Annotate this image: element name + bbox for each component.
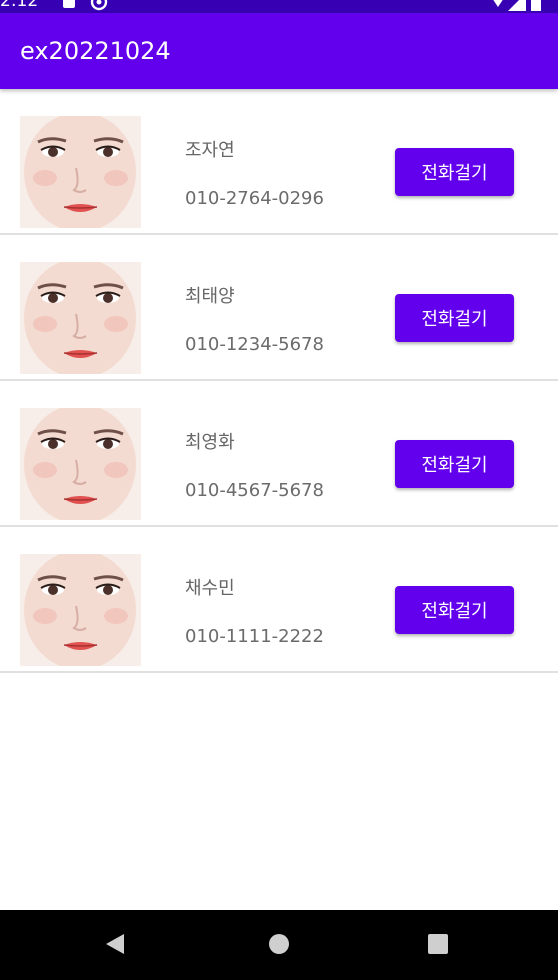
avatar bbox=[20, 116, 141, 228]
contact-phone: 010-1111-2222 bbox=[185, 626, 324, 647]
contact-name: 최태양 bbox=[185, 286, 235, 307]
contact-phone: 010-2764-0296 bbox=[185, 188, 324, 209]
signal-icon bbox=[508, 0, 526, 11]
contact-name: 조자연 bbox=[185, 140, 235, 161]
wifi-icon bbox=[493, 0, 503, 7]
contact-phone: 010-1234-5678 bbox=[185, 334, 324, 355]
list-item: 채수민 010-1111-2222 전화걸기 bbox=[0, 527, 558, 673]
call-button[interactable]: 전화걸기 bbox=[395, 148, 514, 196]
notification-icon bbox=[63, 0, 75, 8]
list-item: 최영화 010-4567-5678 전화걸기 bbox=[0, 381, 558, 527]
avatar bbox=[20, 408, 141, 520]
call-button[interactable]: 전화걸기 bbox=[395, 440, 514, 488]
contact-phone: 010-4567-5678 bbox=[185, 480, 324, 501]
contact-name: 채수민 bbox=[185, 578, 235, 599]
home-icon[interactable] bbox=[268, 933, 290, 955]
app-bar: ex20221024 bbox=[0, 13, 558, 89]
status-time: 2:12 bbox=[0, 0, 39, 11]
contact-list: 조자연 010-2764-0296 전화걸기 최태양 010-1234-5678… bbox=[0, 89, 558, 673]
avatar bbox=[20, 262, 141, 374]
battery-icon bbox=[531, 0, 541, 11]
at-sign-icon bbox=[90, 0, 108, 11]
navigation-bar bbox=[0, 910, 558, 980]
call-button[interactable]: 전화걸기 bbox=[395, 294, 514, 342]
call-button[interactable]: 전화걸기 bbox=[395, 586, 514, 634]
recents-icon[interactable] bbox=[427, 933, 449, 955]
contact-name: 최영화 bbox=[185, 432, 235, 453]
app-title: ex20221024 bbox=[20, 37, 171, 65]
list-item: 조자연 010-2764-0296 전화걸기 bbox=[0, 89, 558, 235]
list-item: 최태양 010-1234-5678 전화걸기 bbox=[0, 235, 558, 381]
back-icon[interactable] bbox=[104, 933, 126, 955]
status-bar: 2:12 bbox=[0, 0, 558, 13]
avatar bbox=[20, 554, 141, 666]
